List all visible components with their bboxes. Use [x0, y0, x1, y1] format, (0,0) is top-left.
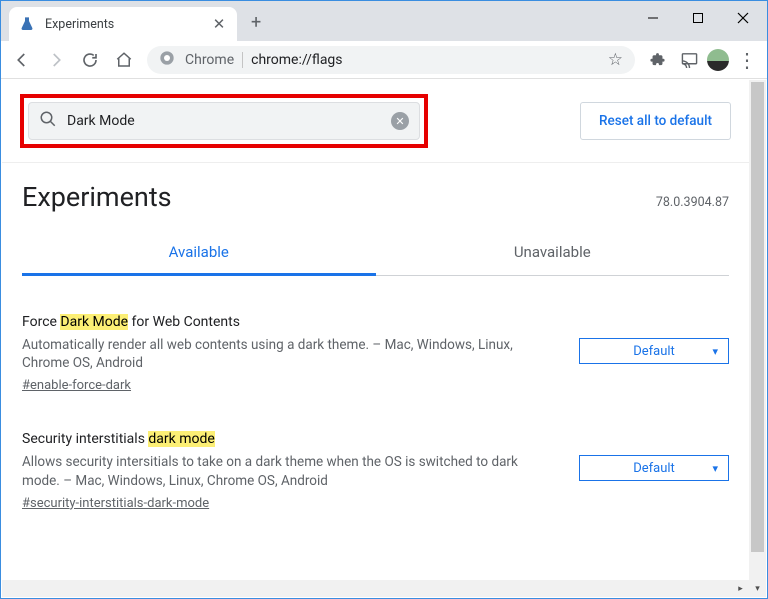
- tab-available[interactable]: Available: [22, 243, 376, 276]
- extensions-icon[interactable]: [643, 46, 671, 74]
- browser-tab[interactable]: Experiments ✕: [9, 7, 237, 41]
- scroll-down-arrow[interactable]: ▾: [749, 580, 766, 597]
- maximize-button[interactable]: [675, 1, 720, 35]
- reload-button[interactable]: [75, 45, 105, 75]
- tabs: Available Unavailable: [22, 243, 729, 276]
- search-box[interactable]: ✕: [28, 102, 420, 140]
- minimize-button[interactable]: [630, 1, 675, 35]
- new-tab-button[interactable]: +: [251, 12, 261, 33]
- vertical-scrollbar[interactable]: ▾: [749, 80, 766, 597]
- scroll-right-arrow[interactable]: ▸: [732, 580, 749, 597]
- flag-item: Force Dark Mode for Web Contents Automat…: [22, 314, 729, 393]
- flag-anchor-link[interactable]: #enable-force-dark: [22, 378, 131, 393]
- version-text: 78.0.3904.87: [656, 195, 729, 210]
- url-host: Chrome: [185, 52, 234, 68]
- horizontal-scrollbar[interactable]: ▸: [2, 580, 749, 597]
- page-title: Experiments: [22, 181, 172, 213]
- search-row: ✕ Reset all to default: [2, 80, 749, 163]
- flag-dropdown[interactable]: Default: [579, 338, 729, 364]
- tab-unavailable[interactable]: Unavailable: [376, 243, 730, 275]
- address-bar[interactable]: Chrome chrome://flags ☆: [147, 46, 635, 74]
- titlebar: Experiments ✕ +: [1, 1, 767, 41]
- url-text: Chrome chrome://flags: [185, 52, 343, 68]
- cast-icon[interactable]: [675, 46, 703, 74]
- back-button[interactable]: [7, 45, 37, 75]
- window-controls: [630, 1, 765, 35]
- window-close-button[interactable]: [720, 1, 765, 35]
- flag-title: Force Dark Mode for Web Contents: [22, 314, 729, 330]
- profile-avatar[interactable]: [707, 49, 729, 71]
- search-icon: [39, 110, 57, 132]
- search-highlight-box: ✕: [20, 94, 428, 148]
- flag-anchor-link[interactable]: #security-interstitials-dark-mode: [22, 496, 209, 511]
- star-icon[interactable]: ☆: [608, 50, 623, 70]
- url-divider: [242, 52, 243, 68]
- reset-all-button[interactable]: Reset all to default: [580, 102, 731, 140]
- tab-close-button[interactable]: ✕: [211, 15, 227, 33]
- flag-description: Allows security intersitials to take on …: [22, 453, 542, 489]
- flask-icon: [19, 16, 35, 32]
- menu-button[interactable]: ⋮: [733, 48, 761, 72]
- flag-description: Automatically render all web contents us…: [22, 336, 542, 372]
- flag-dropdown[interactable]: Default: [579, 455, 729, 481]
- flag-item: Security interstitials dark mode Allows …: [22, 431, 729, 510]
- forward-button[interactable]: [41, 45, 71, 75]
- url-path: chrome://flags: [251, 52, 342, 68]
- heading-row: Experiments 78.0.3904.87: [2, 163, 749, 219]
- toolbar: Chrome chrome://flags ☆ ⋮: [1, 41, 767, 79]
- page-content: ✕ Reset all to default Experiments 78.0.…: [2, 80, 749, 580]
- results: Force Dark Mode for Web Contents Automat…: [2, 276, 749, 511]
- home-button[interactable]: [109, 45, 139, 75]
- search-input[interactable]: [67, 113, 381, 129]
- chrome-icon: [159, 50, 175, 70]
- tab-title: Experiments: [45, 17, 201, 32]
- flag-title: Security interstitials dark mode: [22, 431, 729, 447]
- clear-search-button[interactable]: ✕: [391, 112, 409, 130]
- scrollbar-thumb[interactable]: [751, 82, 764, 552]
